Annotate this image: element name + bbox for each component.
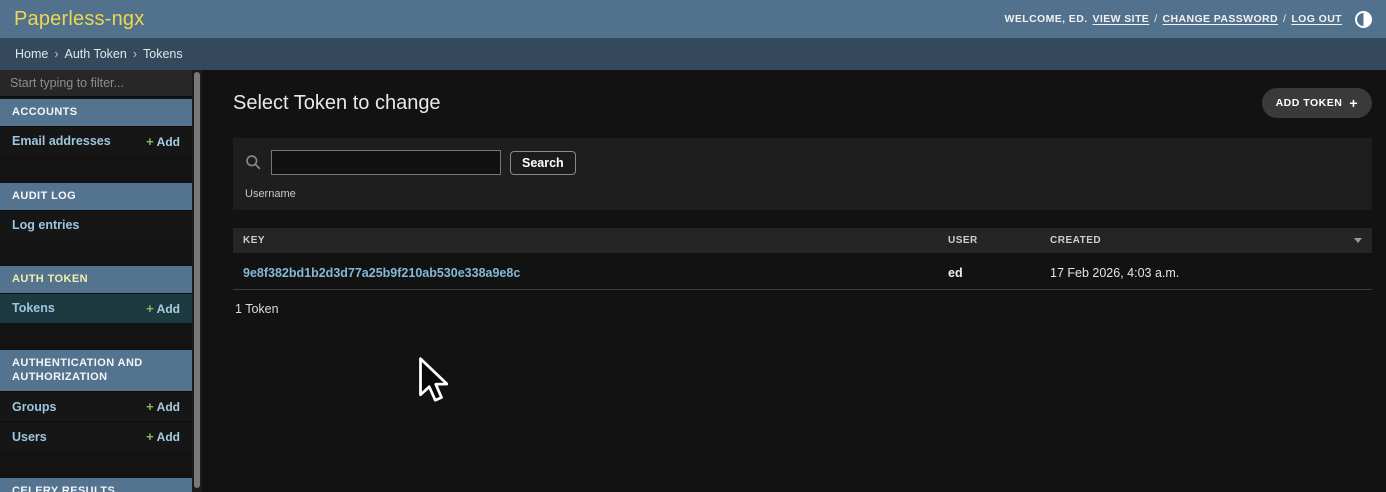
sidebar-item-log-entries[interactable]: Log entries (0, 210, 192, 239)
token-created-cell: 17 Feb 2026, 4:03 a.m. (1040, 255, 1372, 290)
change-password-link[interactable]: CHANGE PASSWORD (1163, 13, 1278, 25)
top-header: Paperless-ngx WELCOME, ED. VIEW SITE / C… (0, 0, 1386, 38)
table-row: 9e8f382bd1b2d3d77a25b9f210ab530e338a9e8c… (233, 255, 1372, 290)
search-icon (245, 154, 262, 171)
tokens-table: KEY USER CREATED 9e8f382bd1b2d3d77a25b9f… (233, 228, 1372, 290)
main-content: Select Token to change ADD TOKEN+ Search… (202, 70, 1386, 492)
sidebar-section-header-accounts[interactable]: ACCOUNTS (0, 99, 192, 126)
breadcrumb-separator: › (133, 47, 137, 61)
token-user-cell: ed (938, 255, 1040, 290)
sidebar-section-celery-results: CELERY RESULTS (0, 478, 192, 492)
search-panel: Search Username (233, 138, 1372, 210)
link-separator: / (1154, 13, 1157, 25)
sidebar-section-auth-token: AUTH TOKEN Tokens +Add (0, 266, 192, 323)
sort-descending-icon[interactable] (1354, 238, 1362, 243)
sidebar-section-audit-log: AUDIT LOG Log entries (0, 183, 192, 239)
plus-icon: + (146, 301, 154, 316)
column-header-key[interactable]: KEY (233, 228, 938, 255)
plus-icon: + (1349, 98, 1358, 108)
token-key-link[interactable]: 9e8f382bd1b2d3d77a25b9f210ab530e338a9e8c (243, 266, 520, 280)
sidebar-section-accounts: ACCOUNTS Email addresses +Add (0, 99, 192, 156)
search-help-text: Username (245, 188, 1360, 200)
paperless-admin-window: Paperless-ngx WELCOME, ED. VIEW SITE / C… (0, 0, 1386, 492)
plus-icon: + (146, 399, 154, 414)
search-button[interactable]: Search (510, 151, 576, 175)
sidebar-scrollbar (192, 70, 202, 492)
add-group-link[interactable]: +Add (146, 399, 180, 414)
add-user-link[interactable]: +Add (146, 429, 180, 444)
add-email-address-link[interactable]: +Add (146, 134, 180, 149)
theme-toggle-icon[interactable] (1355, 11, 1372, 28)
plus-icon: + (146, 134, 154, 149)
breadcrumb-current: Tokens (143, 47, 183, 61)
sidebar-section-authentication: AUTHENTICATION AND AUTHORIZATION Groups … (0, 350, 192, 452)
view-site-link[interactable]: VIEW SITE (1093, 13, 1150, 25)
groups-link[interactable]: Groups (12, 400, 56, 414)
sidebar-section-header-auth-token[interactable]: AUTH TOKEN (0, 266, 192, 293)
page-title: Select Token to change (233, 92, 441, 115)
users-link[interactable]: Users (12, 430, 47, 444)
tokens-link[interactable]: Tokens (12, 301, 55, 315)
column-header-user[interactable]: USER (938, 228, 1040, 255)
breadcrumb-auth-token[interactable]: Auth Token (65, 47, 127, 61)
log-entries-link[interactable]: Log entries (12, 218, 79, 232)
add-token-button[interactable]: ADD TOKEN+ (1262, 88, 1372, 118)
sidebar: ACCOUNTS Email addresses +Add AUDIT LOG … (0, 70, 202, 492)
user-tools: WELCOME, ED. VIEW SITE / CHANGE PASSWORD… (1005, 11, 1372, 28)
email-addresses-link[interactable]: Email addresses (12, 134, 111, 148)
sidebar-item-groups[interactable]: Groups +Add (0, 391, 192, 421)
sidebar-item-email-addresses[interactable]: Email addresses +Add (0, 126, 192, 156)
sidebar-section-header-audit-log[interactable]: AUDIT LOG (0, 183, 192, 210)
breadcrumb-separator: › (54, 47, 58, 61)
column-header-created[interactable]: CREATED (1040, 228, 1372, 255)
breadcrumb-home[interactable]: Home (15, 47, 48, 61)
add-token-link[interactable]: +Add (146, 301, 180, 316)
welcome-text: WELCOME, ED. (1005, 13, 1088, 25)
breadcrumb: Home › Auth Token › Tokens (0, 38, 1386, 70)
sidebar-item-users[interactable]: Users +Add (0, 421, 192, 451)
result-count: 1 Token (233, 290, 1372, 328)
sidebar-item-tokens[interactable]: Tokens +Add (0, 293, 192, 323)
search-input[interactable] (271, 150, 501, 175)
sidebar-section-header-celery-results[interactable]: CELERY RESULTS (0, 478, 192, 492)
sidebar-filter-input[interactable] (0, 70, 192, 97)
sidebar-section-header-authentication[interactable]: AUTHENTICATION AND AUTHORIZATION (0, 350, 192, 392)
table-header-row: KEY USER CREATED (233, 228, 1372, 255)
link-separator: / (1283, 13, 1286, 25)
logout-link[interactable]: LOG OUT (1291, 13, 1342, 25)
app-title-link[interactable]: Paperless-ngx (14, 8, 144, 31)
sidebar-scrollbar-thumb[interactable] (194, 72, 200, 488)
plus-icon: + (146, 429, 154, 444)
